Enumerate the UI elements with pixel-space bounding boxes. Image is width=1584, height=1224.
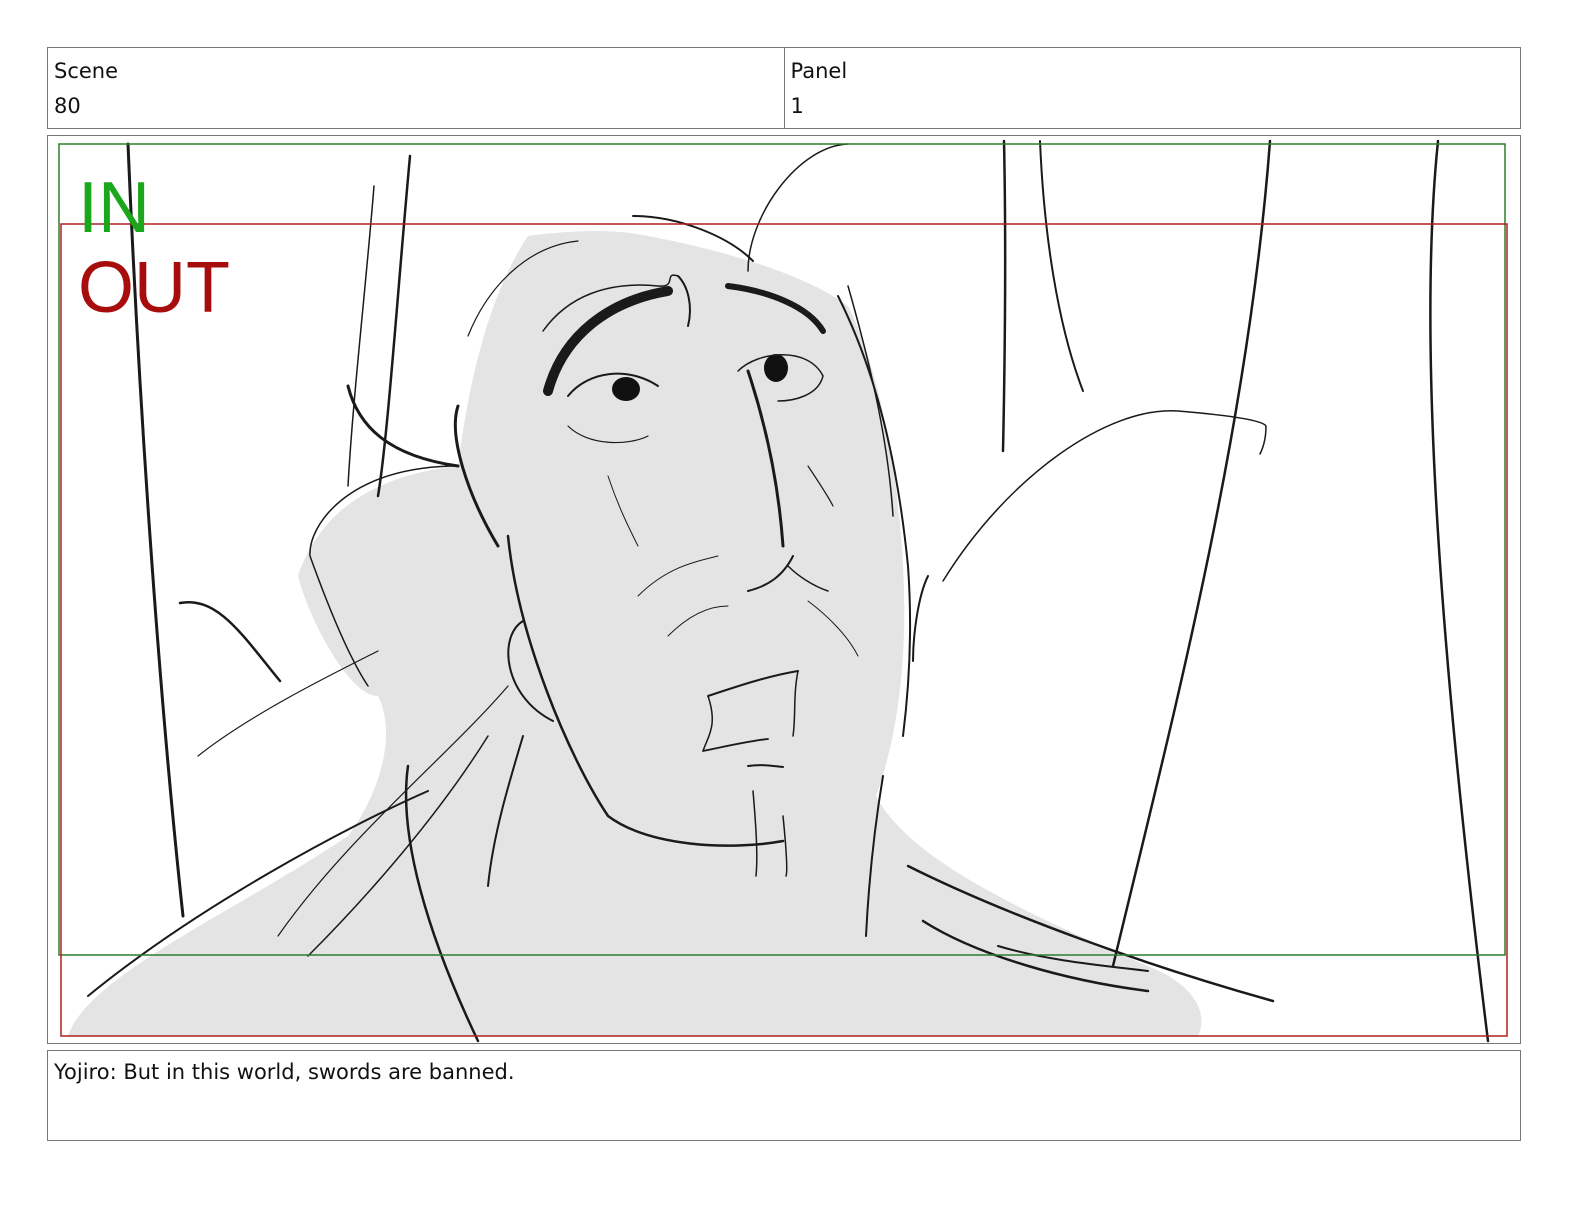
in-frame-label: IN xyxy=(78,168,150,248)
dialogue-box: Yojiro: But in this world, swords are ba… xyxy=(47,1050,1521,1141)
sketch-drawing xyxy=(58,139,1508,1043)
panel-cell: Panel 1 xyxy=(783,48,1521,128)
storyboard-panel: IN OUT xyxy=(47,135,1521,1044)
scene-number: 80 xyxy=(54,94,81,118)
scene-cell: Scene 80 xyxy=(48,48,784,128)
out-frame-label: OUT xyxy=(78,248,230,328)
board-header: Scene 80 Panel 1 xyxy=(47,47,1521,129)
panel-label: Panel xyxy=(790,59,848,83)
scene-label: Scene xyxy=(54,59,119,83)
dialogue-text: Yojiro: But in this world, swords are ba… xyxy=(54,1060,515,1084)
panel-number: 1 xyxy=(790,94,804,118)
character-tone xyxy=(68,231,1202,1036)
